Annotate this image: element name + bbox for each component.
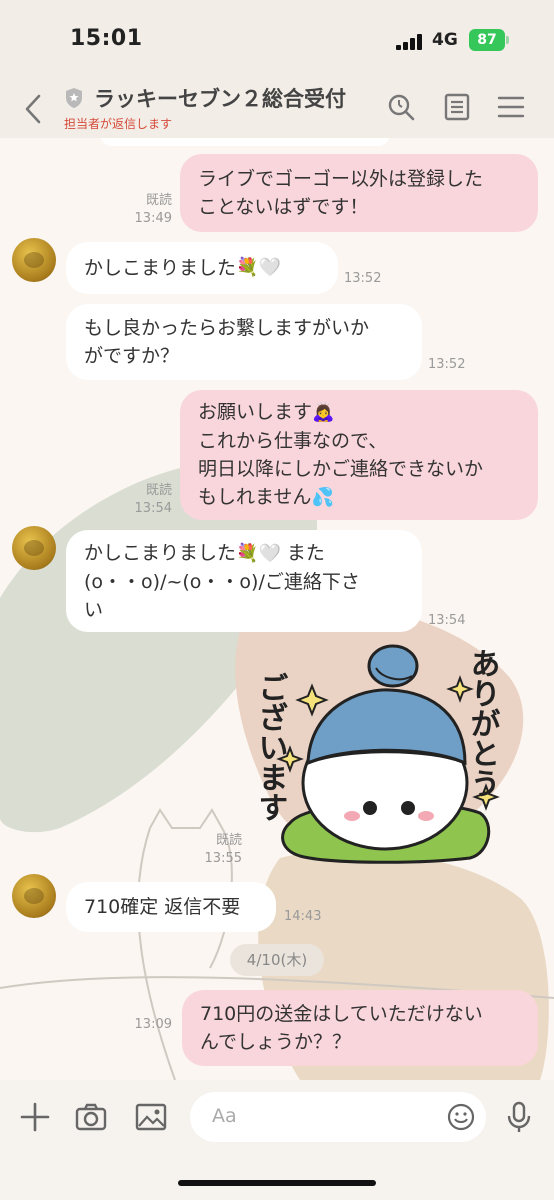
message-input-placeholder: Aa: [212, 1105, 237, 1127]
microphone-icon[interactable]: [502, 1100, 536, 1134]
image-icon[interactable]: [134, 1100, 168, 1134]
message-text-line: ことないはずです！: [198, 196, 369, 218]
message-text: お願いします: [198, 401, 313, 423]
search-icon[interactable]: [386, 92, 416, 122]
notes-icon[interactable]: [442, 92, 472, 122]
thank-you-sticker[interactable]: ありがとう ございます: [250, 638, 520, 868]
sticker-text-gozaimasu: ございます: [253, 672, 288, 822]
message-text-line: んでしょうか？？: [200, 1031, 352, 1053]
message-text-line: (o・・o)/~(o・・o)/ご連絡下さ: [84, 570, 360, 593]
chat-title: ラッキーセブン２総合受付: [94, 87, 346, 111]
chat-area[interactable]: 既読 13:49 ライブでゴーゴー以外は登録した ことないはずです！ かしこまり…: [0, 138, 554, 1080]
menu-icon[interactable]: [496, 92, 526, 122]
message-bubble-incoming[interactable]: 710確定 返信不要: [66, 882, 276, 932]
message-time: 13:52: [344, 271, 382, 286]
message-time: 13:55: [204, 851, 242, 866]
message-text-line: ライブでゴーゴー以外は登録した: [198, 168, 484, 190]
chat-header: ラッキーセブン２総合受付 担当者が返信します: [0, 84, 554, 138]
message-time: 13:49: [134, 211, 172, 226]
message-bubble-outgoing[interactable]: お願いします🙇‍♀️ これから仕事なので、 明日以降にしかご連絡できないか もし…: [180, 390, 538, 520]
shield-icon: [66, 88, 82, 108]
message-text-line: 710円の送金はしていただけない: [200, 1003, 483, 1025]
avatar[interactable]: [12, 874, 56, 918]
battery-tip: [506, 36, 509, 44]
white-heart-icon: 🤍: [258, 257, 281, 278]
message-meta: 既読 13:54: [128, 482, 172, 518]
read-receipt: 既読: [145, 483, 172, 498]
message-time: 13:09: [134, 1017, 172, 1032]
message-bubble-outgoing[interactable]: ライブでゴーゴー以外は登録した ことないはずです！: [180, 154, 538, 232]
message-bubble-outgoing[interactable]: 710円の送金はしていただけない んでしょうか？？: [182, 990, 538, 1066]
chat-title-group[interactable]: ラッキーセブン２総合受付: [64, 84, 346, 112]
message-time: 14:43: [284, 909, 322, 924]
message-text: かしこまりました: [84, 257, 237, 279]
bouquet-icon: 💐: [236, 542, 259, 564]
message-text: また: [280, 541, 325, 564]
home-indicator: [178, 1180, 376, 1186]
message-text-line: もし良かったらお繋しますがいか: [84, 317, 370, 339]
message-text-line: 明日以降にしかご連絡できないか: [198, 458, 484, 480]
white-heart-icon: 🤍: [258, 542, 281, 564]
message-text-line: もしれません💦: [198, 483, 334, 512]
message-bubble-incoming[interactable]: もし良かったらお繋しますがいか がですか？: [66, 304, 422, 380]
bowing-person-icon: 🙇‍♀️: [312, 402, 335, 423]
sweat-droplets-icon: 💦: [311, 487, 334, 508]
message-text-line: がですか？: [84, 345, 180, 367]
date-separator: 4/10(木): [230, 944, 324, 976]
message-time: 13:54: [428, 613, 466, 628]
message-text: 710確定 返信不要: [84, 896, 241, 918]
status-time: 15:01: [70, 26, 143, 51]
message-text-line: い: [84, 598, 104, 621]
network-type: 4G: [432, 30, 458, 50]
avatar[interactable]: [12, 238, 56, 282]
plus-icon[interactable]: [18, 1100, 52, 1134]
avatar[interactable]: [12, 526, 56, 570]
message-input[interactable]: Aa: [190, 1092, 486, 1142]
camera-icon[interactable]: [74, 1100, 108, 1134]
message-time: 13:52: [428, 357, 466, 372]
message-meta: 既読 13:49: [128, 192, 172, 228]
message-text: もしれません: [198, 486, 312, 508]
message-text-line: これから仕事なので、: [198, 430, 388, 452]
composer-bar: Aa: [0, 1080, 554, 1200]
message-bubble-incoming[interactable]: かしこまりました 💐 🤍: [66, 242, 338, 294]
emoji-icon[interactable]: [446, 1102, 476, 1132]
message-time: 13:54: [134, 501, 172, 516]
chat-subtitle: 担当者が返信します: [64, 117, 173, 131]
status-bar: 15:01 4G 87: [0, 0, 554, 84]
message-text-line: かしこまりました💐🤍 また: [84, 539, 325, 568]
battery-icon: 87: [469, 29, 505, 51]
bouquet-icon: 💐: [236, 257, 259, 278]
message-text: かしこまりました: [84, 541, 237, 564]
message-bubble-incoming[interactable]: かしこまりました💐🤍 また (o・・o)/~(o・・o)/ご連絡下さ い: [66, 530, 422, 632]
previous-message-bubble: [100, 138, 390, 146]
sticker-text-thanks: ありがとう: [465, 648, 500, 798]
read-receipt: 既読: [145, 193, 172, 208]
read-receipt: 既読: [215, 833, 242, 848]
message-meta: 既読 13:55: [198, 832, 242, 868]
message-text-line: お願いします🙇‍♀️: [198, 398, 334, 427]
back-chevron-icon[interactable]: [20, 92, 46, 126]
signal-icon: [396, 34, 426, 50]
